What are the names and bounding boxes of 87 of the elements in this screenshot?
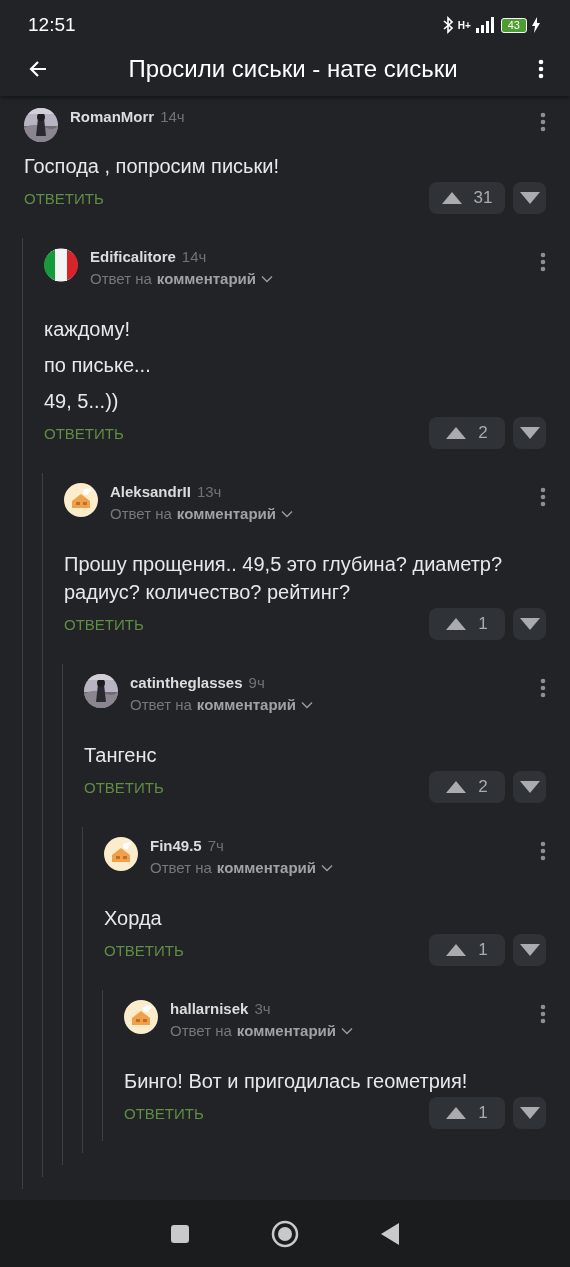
triangle-down-icon [519,192,540,204]
reply-button[interactable]: ОТВЕТИТЬ [64,615,144,633]
battery-indicator: 43 [500,17,527,33]
downvote-button[interactable] [513,771,546,803]
score: 31 [473,188,493,208]
downvote-button[interactable] [513,417,546,449]
avatar-icon [124,1000,158,1034]
comment-text: каждому! [44,317,131,342]
username[interactable]: hallarnisek [170,1000,249,1017]
bluetooth-icon [442,16,453,34]
comment-time: 13ч [196,483,222,500]
chevron-down-icon [321,863,334,872]
triangle-down-icon [519,944,540,956]
triangle-up-icon [446,1107,467,1119]
upvote-button[interactable]: 1 [429,608,505,640]
parent-comment-link[interactable]: комментарий [216,859,334,876]
parent-comment-link[interactable]: комментарий [196,696,314,713]
downvote-button[interactable] [513,1097,546,1129]
username[interactable]: catintheglasses [130,674,243,691]
username[interactable]: RomanMorr [70,108,155,125]
score: 1 [478,614,488,634]
comment-text: Бинго! Вот и пригодилась геометрия! [124,1069,469,1094]
comment-time: 14ч [160,108,185,125]
signal-icon [475,17,496,33]
reply-button[interactable]: ОТВЕТИТЬ [84,778,164,796]
username[interactable]: Edificalitore [90,248,176,265]
reply-to-label: Ответ на [130,696,192,713]
network-type: H+ [457,19,471,31]
italy-flag-icon [44,248,78,282]
comment-text: Тангенс [84,743,158,768]
comment-text: Господа , попросим письки! [24,154,280,179]
username[interactable]: AleksandrII [110,483,191,500]
triangle-down-icon [519,781,540,793]
username[interactable]: Fin49.5 [150,837,202,854]
parent-comment-link[interactable]: комментарий [176,505,294,522]
triangle-down-icon [519,427,540,439]
upvote-button[interactable]: 2 [429,771,505,803]
triangle-up-icon [441,192,462,204]
comment-time: 7ч [207,837,224,854]
more-icon[interactable] [538,59,544,79]
chevron-down-icon [301,700,314,709]
downvote-button[interactable] [513,934,546,966]
triangle-down-icon [519,618,540,630]
reply-button[interactable]: ОТВЕТИТЬ [104,941,184,959]
comment-time: 9ч [248,674,265,691]
score: 1 [478,1103,488,1123]
score: 2 [478,423,488,443]
upvote-button[interactable]: 1 [429,1097,505,1129]
upvote-button[interactable]: 31 [429,182,505,214]
chevron-down-icon [341,1026,354,1035]
back-icon[interactable] [379,1221,400,1246]
comment-text: по письке... [44,353,152,378]
parent-comment-link[interactable]: комментарий [156,270,274,287]
score: 1 [478,940,488,960]
reply-to-label: Ответ на [170,1022,232,1039]
triangle-down-icon [519,1107,540,1119]
downvote-button[interactable] [513,608,546,640]
recents-icon[interactable] [170,1223,191,1244]
reply-to-label: Ответ на [90,270,152,287]
reply-button[interactable]: ОТВЕТИТЬ [124,1104,204,1122]
home-icon[interactable] [271,1219,299,1248]
comment-time: 14ч [181,248,207,265]
reply-button[interactable]: ОТВЕТИТЬ [24,189,104,207]
chevron-down-icon [281,509,294,518]
comment-time: 3ч [254,1000,271,1017]
reply-to-label: Ответ на [110,505,172,522]
triangle-up-icon [446,944,467,956]
score: 2 [478,777,488,797]
comment-text: 49, 5...)) [44,389,120,414]
reply-to-label: Ответ на [150,859,212,876]
avatar-icon [104,837,138,871]
avatar-icon [64,483,98,517]
post-title: Просили сиськи - нате сиськи [128,55,458,83]
clock-time: 12:51 [28,14,76,36]
triangle-up-icon [446,618,467,630]
parent-comment-link[interactable]: комментарий [236,1022,354,1039]
downvote-button[interactable] [513,182,546,214]
back-icon[interactable] [28,59,48,79]
triangle-up-icon [446,781,467,793]
chevron-down-icon [261,274,274,283]
comment-text: Прошу прощения.. 49,5 это глубина? диаметр? радиус? количество? рейтинг? [64,552,504,605]
charging-icon [532,17,540,33]
comment-text: Хорда [104,906,163,931]
triangle-up-icon [446,427,467,439]
reply-button[interactable]: ОТВЕТИТЬ [44,424,124,442]
upvote-button[interactable]: 2 [429,417,505,449]
upvote-button[interactable]: 1 [429,934,505,966]
